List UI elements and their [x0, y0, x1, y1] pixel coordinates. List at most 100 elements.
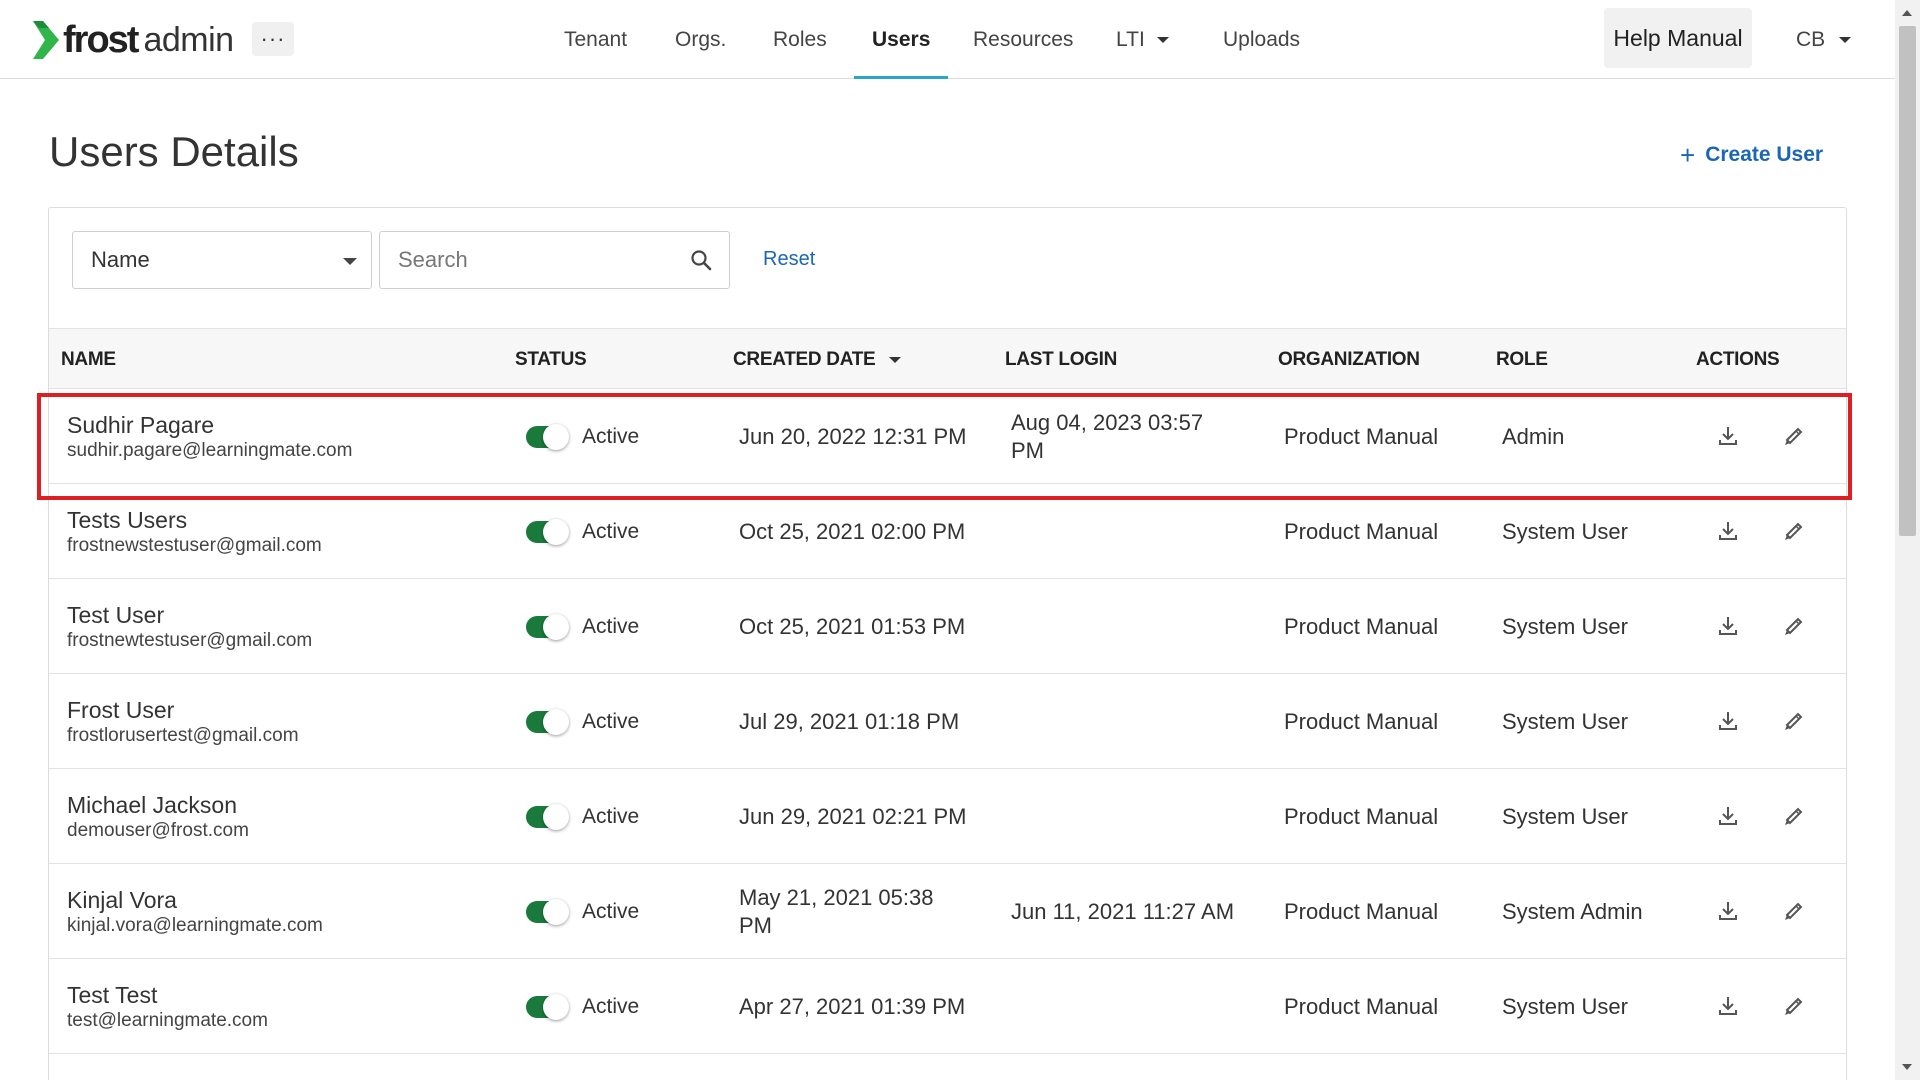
- status-toggle[interactable]: [526, 518, 569, 545]
- search-icon[interactable]: [689, 248, 713, 272]
- user-name: Test User: [67, 601, 165, 628]
- table-row[interactable]: Test User frostnewtestuser@gmail.com Activ…: [49, 579, 1846, 674]
- edit-pencil-icon[interactable]: [1781, 993, 1807, 1019]
- user-email: kinjal.vora@learningmate.com: [67, 914, 323, 936]
- user-cell: Tests Users frostnewstestuser@gmail.com: [67, 484, 487, 579]
- nav-item-roles[interactable]: Roles: [773, 0, 827, 79]
- scroll-up-arrow-icon[interactable]: [1902, 10, 1912, 16]
- download-icon[interactable]: [1715, 708, 1741, 734]
- download-icon[interactable]: [1715, 993, 1741, 1019]
- nav-label: Tenant: [564, 27, 628, 51]
- edit-pencil-icon[interactable]: [1781, 803, 1807, 829]
- column-header-status[interactable]: STATUS: [515, 329, 587, 390]
- download-icon[interactable]: [1715, 803, 1741, 829]
- nav-label: Roles: [773, 27, 827, 51]
- page-title: Users Details: [49, 128, 299, 175]
- search-box: [379, 231, 730, 289]
- status-toggle[interactable]: [526, 708, 569, 735]
- role: System User: [1502, 993, 1628, 1019]
- edit-pencil-icon[interactable]: [1781, 898, 1807, 924]
- column-header-role[interactable]: ROLE: [1496, 329, 1548, 390]
- nav-item-resources[interactable]: Resources: [973, 0, 1073, 79]
- status-cell: Active: [526, 484, 706, 579]
- created-date: Jul 29, 2021 01:18 PM: [739, 708, 960, 734]
- chevron-down-icon: [343, 258, 357, 265]
- download-icon[interactable]: [1715, 613, 1741, 639]
- table-row[interactable]: Test Test test@learningmate.com Active Apr …: [49, 959, 1846, 1054]
- table-row[interactable]: Frost User frostlorusertest@gmail.com Acti…: [49, 674, 1846, 769]
- table-row[interactable]: Kinjal Vora kinjal.vora@learningmate.com A…: [49, 864, 1846, 959]
- scroll-down-arrow-icon[interactable]: [1902, 1064, 1912, 1070]
- organization: Product Manual: [1284, 993, 1439, 1019]
- user-email: sudhir.pagare@learningmate.com: [67, 439, 353, 461]
- role: Admin: [1502, 423, 1565, 449]
- last-login: [1011, 769, 1241, 864]
- download-icon[interactable]: [1715, 898, 1741, 924]
- user-name: Tests Users: [67, 506, 188, 533]
- plus-icon: +: [1680, 140, 1696, 170]
- user-email: frostnewtestuser@gmail.com: [67, 629, 313, 651]
- chevron-down-icon: [1839, 37, 1852, 43]
- last-login: [1011, 484, 1241, 579]
- edit-pencil-icon[interactable]: [1781, 518, 1807, 544]
- nav-label: LTI: [1116, 27, 1145, 51]
- column-header-created-date[interactable]: CREATED DATE: [733, 329, 902, 390]
- status-toggle[interactable]: [526, 898, 569, 925]
- status-toggle[interactable]: [526, 993, 569, 1020]
- table-row[interactable]: Michael Jackson demouser@frost.com Active J…: [49, 769, 1846, 864]
- help-manual-button[interactable]: Help Manual: [1604, 8, 1752, 68]
- status-toggle[interactable]: [526, 423, 569, 450]
- status-cell: Active: [526, 389, 706, 484]
- more-options-button[interactable]: ···: [252, 22, 294, 56]
- status-label: Active: [582, 994, 640, 1018]
- nav-label: Uploads: [1223, 27, 1301, 51]
- status-cell: Active: [526, 769, 706, 864]
- column-header-organization[interactable]: ORGANIZATION: [1278, 329, 1420, 390]
- ellipsis-icon: ···: [260, 26, 286, 51]
- status-toggle[interactable]: [526, 803, 569, 830]
- nav-label: Orgs.: [675, 27, 727, 51]
- user-cell: Sudhir Pagare sudhir.pagare@learningmate.…: [67, 389, 487, 484]
- table-row[interactable]: Sudhir Pagare sudhir.pagare@learningmate.…: [49, 389, 1846, 484]
- last-login: Jun 11, 2021 11:27 AM: [1011, 898, 1235, 924]
- role: System User: [1502, 518, 1628, 544]
- column-header-actions: ACTIONS: [1696, 348, 1780, 370]
- status-cell: Active: [526, 864, 706, 959]
- user-cell: Kinjal Vora kinjal.vora@learningmate.com: [67, 864, 487, 959]
- last-login: [1011, 674, 1241, 769]
- status-label: Active: [582, 424, 640, 448]
- create-user-button[interactable]: + Create User: [1680, 142, 1823, 168]
- reset-link[interactable]: Reset: [763, 248, 815, 271]
- chevron-down-icon: [1156, 36, 1169, 43]
- user-name: Test Test: [67, 981, 158, 1008]
- user-cell: Test Test test@learningmate.com: [67, 959, 487, 1054]
- edit-pencil-icon[interactable]: [1781, 423, 1807, 449]
- user-cell: Michael Jackson demouser@frost.com: [67, 769, 487, 864]
- search-input[interactable]: [380, 232, 670, 288]
- user-menu[interactable]: CB: [1796, 22, 1852, 58]
- nav-item-lti[interactable]: LTI: [1116, 0, 1169, 79]
- edit-pencil-icon[interactable]: [1781, 613, 1807, 639]
- download-icon[interactable]: [1715, 423, 1741, 449]
- status-toggle[interactable]: [526, 613, 569, 640]
- column-header-name[interactable]: NAME: [61, 329, 116, 390]
- edit-pencil-icon[interactable]: [1781, 708, 1807, 734]
- download-icon[interactable]: [1715, 518, 1741, 544]
- created-date: Jun 20, 2022 12:31 PM: [739, 423, 967, 449]
- nav-item-uploads[interactable]: Uploads: [1223, 0, 1300, 79]
- nav-item-users[interactable]: Users: [854, 0, 949, 79]
- user-cell: Test User frostnewtestuser@gmail.com: [67, 579, 487, 674]
- table-row[interactable]: Tests Users frostnewstestuser@gmail.com Ac…: [49, 484, 1846, 579]
- scroll-thumb[interactable]: [1899, 26, 1916, 536]
- frost-admin-logo[interactable]: frost admin: [33, 18, 234, 62]
- organization: Product Manual: [1284, 898, 1439, 924]
- nav-item-tenant[interactable]: Tenant: [564, 0, 627, 79]
- user-name: Sudhir Pagare: [67, 411, 215, 438]
- user-email: demouser@frost.com: [67, 819, 249, 841]
- column-header-last-login[interactable]: LAST LOGIN: [1005, 329, 1117, 390]
- filter-field-select[interactable]: Name: [72, 231, 372, 289]
- status-label: Active: [582, 519, 640, 543]
- toggle-knob: [543, 993, 569, 1020]
- page-scrollbar[interactable]: [1895, 0, 1920, 1080]
- nav-item-orgs[interactable]: Orgs.: [675, 0, 726, 79]
